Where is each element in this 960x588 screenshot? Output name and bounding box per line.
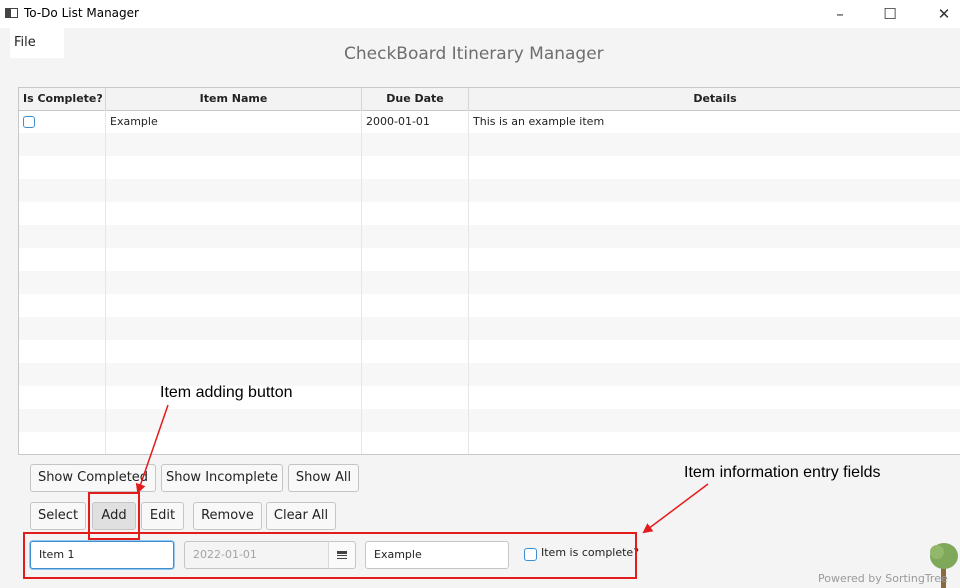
add-button-arrow [135,404,169,494]
entry-fields-arrow [642,483,709,534]
powered-by-label: Powered by SortingTree [818,572,948,585]
annotation-arrows [135,404,709,534]
